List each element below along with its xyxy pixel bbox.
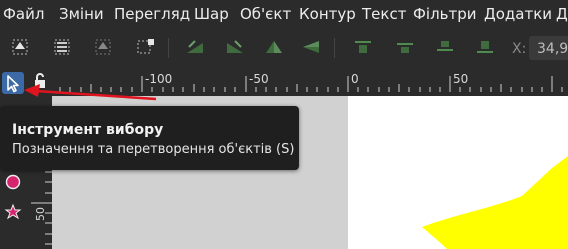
- annotation-arrow: [24, 84, 157, 101]
